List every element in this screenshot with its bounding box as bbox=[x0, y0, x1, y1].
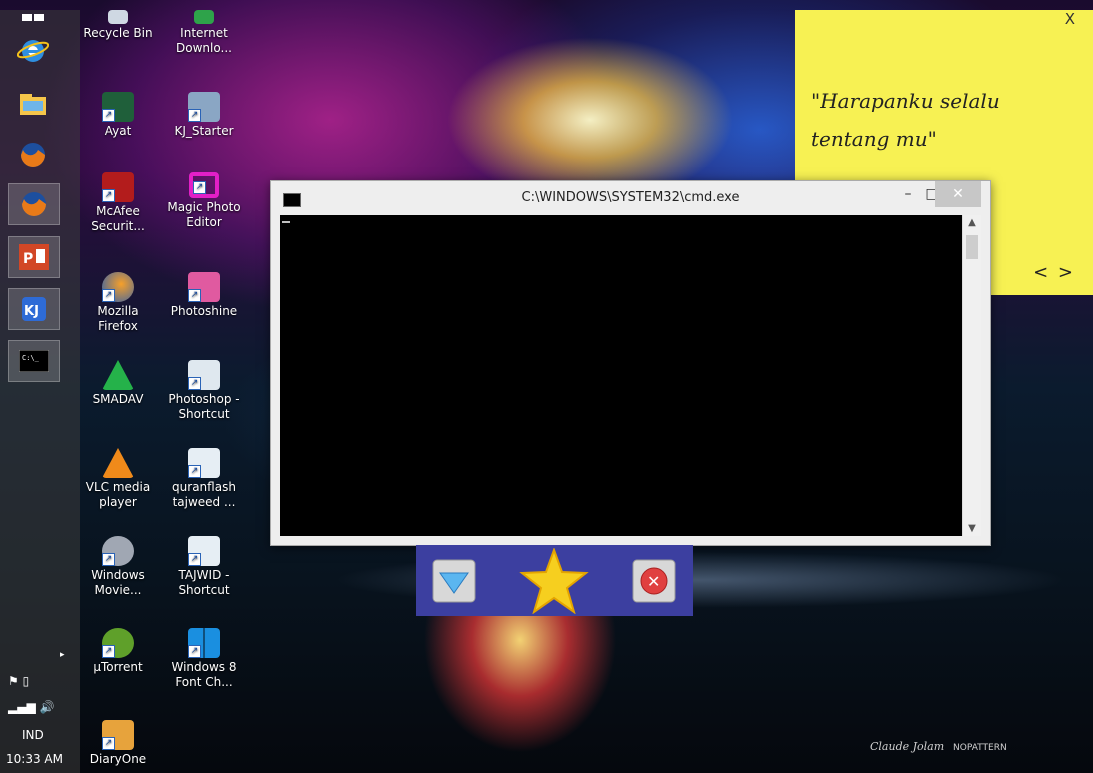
desktop-icon-kj-starter[interactable]: ↗ KJ_Starter bbox=[166, 92, 242, 139]
magic-photo-editor-icon: ↗ bbox=[189, 172, 219, 198]
desktop-icon-smadav[interactable]: SMADAV bbox=[80, 360, 156, 407]
tajwid-shortcut-icon: ↗ bbox=[188, 536, 220, 566]
clock[interactable]: 10:33 AM bbox=[6, 752, 63, 766]
ayat-icon: ↗ bbox=[102, 92, 134, 122]
desktop-icon-win8-font[interactable]: ↗ Windows 8 Font Ch... bbox=[166, 628, 242, 690]
utorrent-icon: ↗ bbox=[102, 628, 134, 658]
desktop-icon-label: McAfee Securit... bbox=[91, 204, 145, 233]
download-arrow-icon[interactable] bbox=[432, 559, 476, 607]
desktop-icon-diaryone[interactable]: ↗ DiaryOne bbox=[80, 720, 156, 767]
scroll-thumb[interactable] bbox=[966, 235, 978, 259]
smadav-icon bbox=[102, 360, 134, 390]
desktop-icon-label: Photoshine bbox=[170, 304, 238, 318]
desktop-icon-magic-photo[interactable]: ↗ Magic Photo Editor bbox=[166, 172, 242, 230]
desktop-icon-firefox[interactable]: ↗ Mozilla Firefox bbox=[80, 272, 156, 334]
windows8-font-icon: ↗ bbox=[188, 628, 220, 658]
vertical-scrollbar[interactable]: ▲ ▼ bbox=[962, 215, 981, 536]
desktop-icon-label: Windows 8 Font Ch... bbox=[171, 660, 237, 689]
desktop-icon-movie-maker[interactable]: ↗ Windows Movie... bbox=[80, 536, 156, 598]
desktop-icon-label: Magic Photo Editor bbox=[167, 200, 241, 229]
app-dock: ✕ bbox=[416, 545, 693, 616]
desktop-icon-label: Mozilla Firefox bbox=[97, 304, 139, 333]
recycle-bin-icon bbox=[108, 10, 128, 24]
desktop-icon-label: VLC media player bbox=[85, 480, 151, 509]
desktop-icon-internet-download[interactable]: Internet Downlo... bbox=[166, 10, 242, 56]
desktop-icon-label: Recycle Bin bbox=[83, 26, 153, 40]
close-button[interactable]: ✕ bbox=[935, 181, 981, 207]
desktop-icon-utorrent[interactable]: ↗ µTorrent bbox=[80, 628, 156, 675]
desktop-icon-label: SMADAV bbox=[92, 392, 144, 406]
desktop-icon-quranflash[interactable]: ↗ quranflash tajweed ... bbox=[166, 448, 242, 510]
desktop-icon-photoshine[interactable]: ↗ Photoshine bbox=[166, 272, 242, 319]
taskbar: P KJ C:\_ ▸ ⚑ ▯ ▂▄▆ 🔊 IND 10:33 AM bbox=[0, 10, 80, 773]
star-icon[interactable] bbox=[519, 547, 589, 618]
wallpaper-watermark: Claude Jolam NOPATTERN bbox=[870, 740, 1007, 753]
desktop-icon-vlc[interactable]: VLC media player bbox=[80, 448, 156, 510]
cmd-title: C:\WINDOWS\SYSTEM32\cmd.exe bbox=[521, 190, 740, 205]
svg-text:C:\_: C:\_ bbox=[22, 354, 40, 362]
desktop-icon-photoshop[interactable]: ↗ Photoshop - Shortcut bbox=[166, 360, 242, 422]
vlc-icon bbox=[102, 448, 134, 478]
photoshine-icon: ↗ bbox=[188, 272, 220, 302]
close-circle-icon[interactable]: ✕ bbox=[632, 559, 676, 607]
cmd-icon[interactable]: C:\_ bbox=[8, 340, 60, 382]
desktop-icon-tajwid[interactable]: ↗ TAJWID - Shortcut bbox=[166, 536, 242, 598]
diaryone-icon: ↗ bbox=[102, 720, 134, 750]
sticky-nav-arrows[interactable]: < > bbox=[1033, 262, 1075, 283]
kj-starter-icon: ↗ bbox=[188, 92, 220, 122]
text-cursor bbox=[282, 221, 290, 223]
sticky-text[interactable]: "Harapanku selalu tentang mu" bbox=[811, 82, 1071, 158]
signature-logo: Claude Jolam bbox=[870, 740, 945, 753]
language-indicator[interactable]: IND bbox=[22, 728, 44, 742]
desktop-icon-label: DiaryOne bbox=[89, 752, 147, 766]
file-explorer-icon[interactable] bbox=[8, 85, 58, 125]
desktop-icon-ayat[interactable]: ↗ Ayat bbox=[80, 92, 156, 139]
firefox-icon[interactable] bbox=[8, 135, 58, 175]
desktop-icon-label: Ayat bbox=[104, 124, 132, 138]
desktop-icon-label: Internet Downlo... bbox=[176, 26, 232, 55]
sticky-close-button[interactable]: X bbox=[1065, 10, 1075, 28]
tray-expand-icon[interactable]: ▸ bbox=[60, 650, 65, 660]
desktop-icon-label: Photoshop - Shortcut bbox=[168, 392, 240, 421]
internet-download-manager-icon bbox=[194, 10, 214, 24]
internet-explorer-icon[interactable] bbox=[8, 30, 58, 70]
scroll-up-icon[interactable]: ▲ bbox=[963, 217, 981, 228]
tray-network-volume-icon[interactable]: ▂▄▆ 🔊 bbox=[8, 700, 54, 714]
scroll-down-icon[interactable]: ▼ bbox=[963, 523, 981, 534]
desktop-icon-label: quranflash tajweed ... bbox=[172, 480, 236, 509]
svg-text:P: P bbox=[23, 251, 33, 267]
powerpoint-icon[interactable]: P bbox=[8, 236, 60, 278]
kj-icon[interactable]: KJ bbox=[8, 288, 60, 330]
tray-flag-icon[interactable]: ⚑ ▯ bbox=[8, 674, 29, 688]
svg-text:KJ: KJ bbox=[24, 304, 39, 319]
desktop-icon-label: Windows Movie... bbox=[91, 568, 145, 597]
windows-movie-maker-icon: ↗ bbox=[102, 536, 134, 566]
quranflash-icon: ↗ bbox=[188, 448, 220, 478]
svg-text:✕: ✕ bbox=[647, 572, 660, 591]
cmd-titlebar[interactable]: C:\WINDOWS\SYSTEM32\cmd.exe – □ ✕ bbox=[271, 181, 990, 215]
desktop-icon-mcafee[interactable]: ↗ McAfee Securit... bbox=[80, 172, 156, 234]
firefox-icon: ↗ bbox=[102, 272, 134, 302]
mcafee-icon: ↗ bbox=[102, 172, 134, 202]
cmd-window[interactable]: C:\WINDOWS\SYSTEM32\cmd.exe – □ ✕ ▲ ▼ bbox=[270, 180, 991, 546]
photoshop-shortcut-icon: ↗ bbox=[188, 360, 220, 390]
desktop-icon-label: µTorrent bbox=[93, 660, 143, 674]
desktop-icon-label: TAJWID - Shortcut bbox=[178, 568, 230, 597]
desktop-icon-recycle-bin[interactable]: Recycle Bin bbox=[80, 10, 156, 41]
desktop-icon-label: KJ_Starter bbox=[174, 124, 234, 138]
firefox-active-icon[interactable] bbox=[8, 183, 60, 225]
watermark-brand: NOPATTERN bbox=[953, 743, 1007, 753]
cmd-console[interactable] bbox=[280, 215, 962, 536]
